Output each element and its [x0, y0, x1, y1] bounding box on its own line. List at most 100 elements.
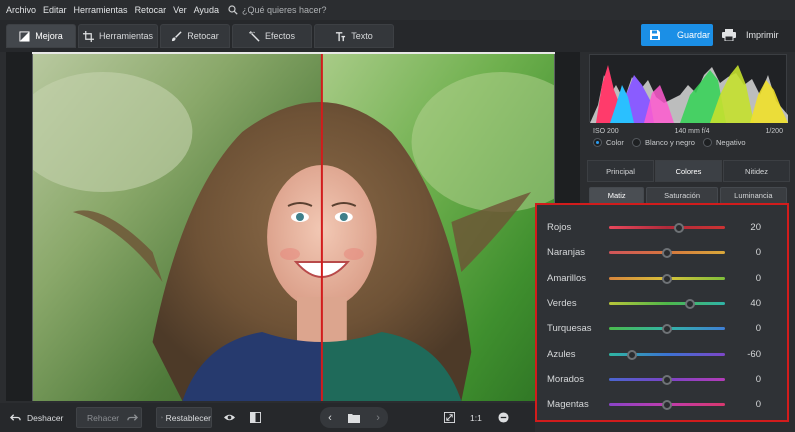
slider-knob[interactable] — [662, 323, 672, 334]
slider-label: Verdes — [547, 298, 577, 309]
compare-icon — [250, 412, 261, 423]
undo-label: Deshacer — [27, 412, 64, 423]
tab-colores[interactable]: Colores — [655, 160, 722, 182]
slider-value: 0 — [755, 273, 761, 284]
tab-label: Herramientas — [98, 31, 154, 41]
radio-negativo[interactable]: Negativo — [702, 137, 746, 147]
reset-button[interactable]: Restablecer — [156, 407, 212, 428]
slider-label: Amarillos — [547, 273, 587, 284]
menu-editar[interactable]: Editar — [43, 5, 67, 15]
fit-screen-button[interactable] — [444, 407, 455, 428]
menu-bar: Archivo Editar Herramientas Retocar Ver … — [0, 0, 795, 20]
menu-herramientas[interactable]: Herramientas — [74, 5, 128, 15]
radio-label: Negativo — [715, 137, 746, 147]
minus-icon — [498, 412, 509, 423]
tab-label: Mejora — [35, 31, 63, 41]
fit-screen-icon — [444, 412, 455, 423]
color-mode-group: Color Blanco y negro Negativo — [589, 133, 787, 151]
tab-retocar[interactable]: Retocar — [160, 24, 230, 48]
tab-texto[interactable]: Texto — [314, 24, 394, 48]
subtab-matiz[interactable]: Matiz — [589, 187, 645, 204]
slider-track[interactable] — [609, 226, 725, 229]
preview-button[interactable] — [224, 407, 235, 428]
photo-border-top — [32, 52, 555, 54]
tab-label: Texto — [351, 31, 373, 41]
slider-value: 0 — [755, 374, 761, 385]
tab-mejora[interactable]: Mejora — [6, 24, 76, 48]
menu-archivo[interactable]: Archivo — [6, 5, 36, 15]
slider-label: Turquesas — [547, 323, 592, 334]
slider-knob[interactable] — [662, 247, 672, 258]
histogram-chart — [590, 65, 788, 123]
slider-track[interactable] — [609, 302, 725, 305]
radio-dot — [631, 137, 641, 147]
redo-label: Rehacer — [87, 412, 120, 423]
folder-icon[interactable] — [348, 413, 360, 423]
reset-label: Restablecer — [165, 412, 211, 423]
histogram — [589, 54, 788, 123]
slider-row-verdes: Verdes 40 — [537, 291, 787, 316]
zoom-1-1-button[interactable]: 1:1 — [470, 407, 482, 428]
redo-button[interactable]: Rehacer — [76, 407, 142, 428]
slider-row-rojos: Rojos 20 — [537, 215, 787, 240]
portrait-photo — [33, 52, 554, 401]
slider-knob[interactable] — [662, 273, 672, 284]
search-icon — [228, 5, 238, 15]
chevron-right-icon[interactable]: › — [376, 412, 380, 424]
zoom-out-button[interactable] — [498, 407, 509, 428]
printer-icon — [722, 29, 736, 41]
undo-icon — [10, 414, 21, 421]
panel-tabs: Principal Colores Nitidez — [587, 160, 791, 182]
save-button[interactable]: Guardar — [641, 24, 713, 46]
menu-retocar[interactable]: Retocar — [135, 5, 167, 15]
slider-knob[interactable] — [662, 399, 672, 410]
save-label: Guardar — [677, 30, 711, 40]
slider-label: Magentas — [547, 399, 589, 410]
text-icon — [336, 31, 346, 41]
chevron-left-icon[interactable]: ‹ — [328, 412, 332, 424]
bottom-bar: Deshacer Rehacer Restablecer ‹ › 1:1 — [0, 403, 535, 432]
reset-icon — [161, 416, 163, 419]
subtab-luminancia[interactable]: Luminancia — [719, 187, 788, 204]
slider-value: 40 — [750, 298, 761, 309]
crop-icon — [82, 30, 94, 42]
photo-canvas[interactable] — [6, 52, 580, 401]
slider-value: 0 — [755, 399, 761, 410]
slider-value: 0 — [755, 247, 761, 258]
print-button[interactable]: Imprimir — [718, 24, 788, 46]
tool-tabs: Mejora Herramientas Retocar Efectos Text… — [6, 24, 396, 48]
radio-label: Blanco y negro — [644, 137, 695, 147]
subtab-saturacion[interactable]: Saturación — [646, 187, 718, 204]
eye-icon — [224, 414, 235, 421]
slider-knob[interactable] — [673, 222, 684, 233]
main-toolbar: Mejora Herramientas Retocar Efectos Text… — [0, 20, 795, 52]
search-box[interactable]: ¿Qué quieres hacer? — [228, 5, 327, 15]
slider-knob[interactable] — [662, 374, 672, 385]
magic-wand-icon — [248, 30, 260, 42]
radio-dot-selected — [593, 137, 602, 147]
radio-color[interactable]: Color — [593, 137, 624, 147]
tab-label: Efectos — [264, 31, 295, 41]
menu-ayuda[interactable]: Ayuda — [194, 5, 219, 15]
save-icon — [650, 30, 660, 40]
slider-label: Azules — [547, 349, 576, 360]
tab-principal[interactable]: Principal — [587, 160, 654, 182]
tab-herramientas[interactable]: Herramientas — [78, 24, 158, 48]
slider-knob[interactable] — [685, 298, 696, 309]
undo-button[interactable]: Deshacer — [10, 407, 63, 428]
tab-efectos[interactable]: Efectos — [232, 24, 312, 48]
slider-row-naranjas: Naranjas 0 — [537, 240, 787, 265]
enhance-icon — [19, 30, 30, 42]
tab-nitidez[interactable]: Nitidez — [723, 160, 790, 182]
compare-button[interactable] — [250, 407, 261, 428]
radio-blanco-y-negro[interactable]: Blanco y negro — [631, 137, 695, 147]
menu-ver[interactable]: Ver — [173, 5, 187, 15]
redo-icon — [127, 414, 139, 421]
slider-knob[interactable] — [627, 349, 638, 360]
slider-row-turquesas: Turquesas 0 — [537, 316, 787, 341]
before-after-photo[interactable] — [32, 52, 555, 401]
slider-value: -60 — [747, 349, 761, 360]
slider-label: Rojos — [547, 222, 572, 233]
slider-value: 0 — [755, 323, 761, 334]
brush-icon — [172, 30, 182, 41]
